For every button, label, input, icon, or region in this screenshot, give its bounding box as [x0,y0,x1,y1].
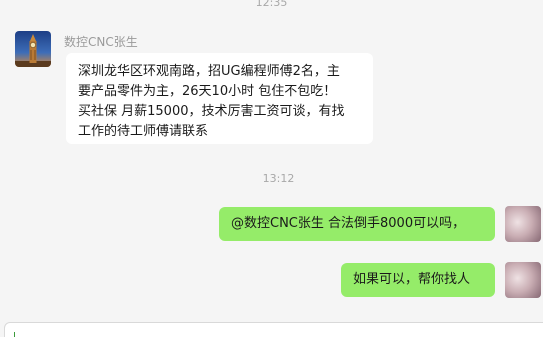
big-ben-avatar-icon [15,31,51,67]
blurred-avatar-icon [505,262,541,298]
my-avatar[interactable] [505,206,541,242]
my-avatar[interactable] [505,262,541,298]
sender-name: 数控CNC张生 [64,35,138,49]
outgoing-message-bubble[interactable]: @数控CNC张生 合法倒手8000可以吗， [219,207,495,241]
timestamp-top: 12:35 [255,0,288,9]
outgoing-message-bubble[interactable]: 如果可以，帮你找人 [341,263,495,297]
incoming-message-bubble[interactable]: 深圳龙华区环观南路，招UG编程师傅2名，主 要产品零件为主，26天10小时 包住… [66,53,373,144]
message-input[interactable] [4,322,543,337]
sender-avatar[interactable] [15,31,51,67]
text-cursor [14,332,15,337]
timestamp-middle: 13:12 [262,172,295,185]
chat-window: 12:35 数控CNC张生 深圳龙华区环观南路，招UG编程师傅2名，主 要产品零… [0,0,543,337]
blurred-avatar-icon [505,206,541,242]
